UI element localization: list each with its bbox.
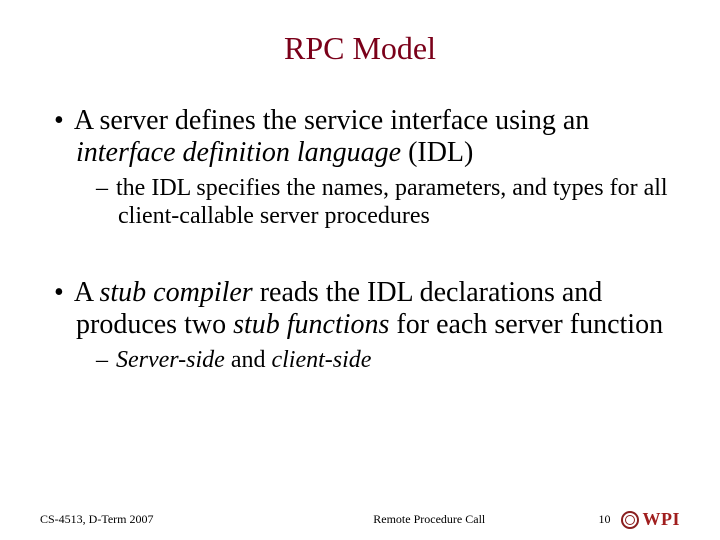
bullet-item-1: •A server defines the service interface … bbox=[54, 105, 680, 169]
footer-title: Remote Procedure Call bbox=[260, 512, 599, 527]
bullet-1-text-italic: interface definition language bbox=[76, 137, 401, 168]
page-number: 10 bbox=[599, 512, 611, 527]
slide-title: RPC Model bbox=[40, 30, 680, 67]
bullet-2-text-pre: A bbox=[74, 277, 100, 308]
slide-content: •A server defines the service interface … bbox=[40, 105, 680, 375]
dash-icon: – bbox=[96, 175, 116, 201]
bullet-1-sub-text: the IDL specifies the names, parameters,… bbox=[116, 175, 668, 229]
bullet-1-text-pre: A server defines the service interface u… bbox=[74, 105, 589, 136]
footer-course: CS-4513, D-Term 2007 bbox=[40, 512, 260, 527]
bullet-2-text-post: for each server function bbox=[389, 309, 663, 340]
dash-icon: – bbox=[96, 347, 116, 373]
bullet-2-italic-1: stub compiler bbox=[100, 277, 253, 308]
bullet-item-1-sub: –the IDL specifies the names, parameters… bbox=[96, 175, 680, 230]
bullet-1-text-post: (IDL) bbox=[401, 137, 473, 168]
slide-footer: CS-4513, D-Term 2007 Remote Procedure Ca… bbox=[0, 509, 720, 530]
wpi-logo: WPI bbox=[621, 509, 681, 530]
bullet-item-2-sub: –Server-side and client-side bbox=[96, 347, 680, 375]
bullet-item-2: •A stub compiler reads the IDL declarati… bbox=[54, 277, 680, 341]
bullet-icon: • bbox=[54, 277, 74, 308]
bullet-icon: • bbox=[54, 105, 74, 136]
slide: RPC Model •A server defines the service … bbox=[0, 0, 720, 540]
bullet-2-sub-italic-2: client-side bbox=[271, 347, 371, 373]
wpi-seal-icon bbox=[621, 511, 639, 529]
footer-right-group: 10 WPI bbox=[599, 509, 681, 530]
bullet-2-sub-italic-1: Server-side bbox=[116, 347, 225, 373]
spacer bbox=[40, 237, 680, 277]
bullet-2-italic-2: stub functions bbox=[233, 309, 389, 340]
bullet-2-sub-mid: and bbox=[225, 347, 272, 373]
wpi-logo-text: WPI bbox=[643, 509, 681, 530]
